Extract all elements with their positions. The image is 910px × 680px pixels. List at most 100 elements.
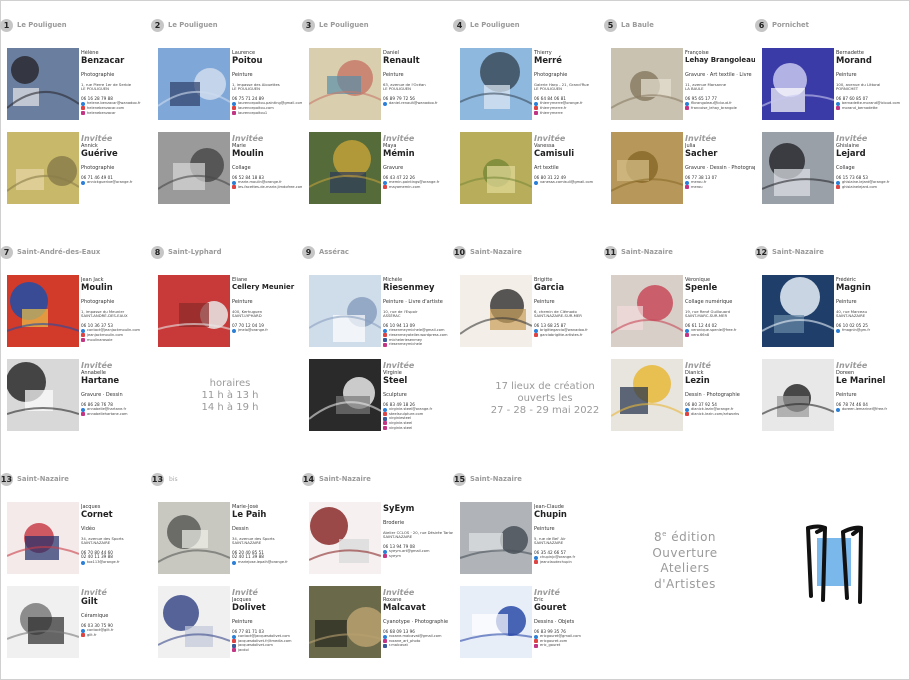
artwork-image [7,586,79,658]
mail-icon [685,407,689,412]
contact-line[interactable]: jmelo@orange.fr [232,328,302,333]
artist-last-name: Lezin [685,375,710,385]
artwork-thumbnail [158,502,230,574]
contact-line[interactable]: doreen.lemarinel@free.fr [836,407,906,412]
contact-line[interactable]: thierrymerre [534,111,604,116]
guest-label: Invitée [836,134,868,143]
mail-icon [232,180,236,185]
artist-last-name: Poitou [232,55,263,65]
web-icon [81,633,85,638]
contact-line[interactable]: dianick-lezin.com/artworks [685,412,755,417]
contact-line[interactable]: eric_gouret [534,643,604,648]
artist-discipline: Peinture · Livre d'artiste [383,298,443,305]
artwork-thumbnail [7,275,79,347]
venue-column: 9 Assérac Michèle Riesenmey Peinture · Livr… [302,245,452,445]
contact-line[interactable]: gilt.fr [81,633,151,638]
contact-line[interactable]: jacdol [232,648,302,653]
contact-line[interactable]: vanessa.camisuli@gmail.com [534,180,604,185]
venue-bis: bis [169,475,178,483]
facebook-icon [383,416,387,421]
venue-number: 12 [755,245,768,259]
artist-discipline: Peinture [836,298,857,305]
artwork-thumbnail [7,359,79,431]
artist-last-name: Merré [534,55,562,65]
contact-line[interactable]: tox113@orange.fr [81,560,151,565]
web-icon [232,185,236,190]
web-icon [81,106,85,111]
contact-line[interactable]: mayamemin.com [383,185,453,190]
artwork-image [158,502,230,574]
contact-line[interactable]: garciabrigitte.artistes.fr [534,333,604,338]
event-dates: 17 lieux de création ouverts les 27 - 28… [470,381,620,417]
artwork-thumbnail [762,48,834,120]
contact-line[interactable]: laurencepoitou1 [232,111,302,116]
contact-line[interactable]: syeym [383,554,453,559]
contact-line[interactable]: ghislainelejard.com [836,185,906,190]
venue-town: Saint-Nazaire [470,248,522,256]
contact-line[interactable]: francoise_lehay_brangole [685,106,755,111]
contact-line[interactable]: moulinarasoie [81,338,151,343]
artist-last-name: Moulin [232,148,264,158]
contact-line[interactable]: mariejose.lepaih@orange.fr [232,560,302,565]
artist-last-name: SyEym [383,504,415,513]
artwork-thumbnail [460,586,532,658]
guest-label: Invitée [81,361,113,370]
artist-last-name: Sacher [685,148,718,158]
artist-discipline: Dessin · Photographie [685,391,740,398]
mail-icon [81,407,85,412]
artist-discipline: Dessins · Objets [534,618,575,625]
contact-line[interactable]: annickguerive@orange.fr [81,180,151,185]
contact-line[interactable]: r.malcavat [383,643,453,648]
venue-header: 2 Le Pouliguen [151,18,218,32]
artist-last-name: Hartane [81,375,120,385]
artwork-image [7,502,79,574]
contact-line[interactable]: fmagnin@gm.fr [836,328,906,333]
instagram-icon [81,110,85,115]
mail-icon [81,328,85,333]
edition-line-1: Ouverture [652,545,718,560]
mail-icon [383,549,387,554]
venue-header: 4 Le Pouliguen [453,18,520,32]
artist-last-name: Lejard [836,148,866,158]
web-icon [232,106,236,111]
guest-entry: Invitée Roxane Malcavat Cyanotype · Photogr… [309,586,451,658]
artist-discipline: Collage [836,164,855,171]
artist-last-name: Riesenmey [383,282,435,292]
contact-line[interactable]: les-facettes-de-marie.jimdofree.com [232,185,302,190]
venue-town: Saint-Nazaire [772,248,824,256]
contact-line[interactable]: morand_bernadette [836,106,906,111]
guest-label: Invité [534,588,560,597]
contact-line[interactable]: merou [685,185,755,190]
venue-header: 13 Saint-Nazaire [0,472,69,486]
artwork-image [611,132,683,204]
artist-discipline: Peinture [232,618,253,625]
instagram-icon [81,412,85,417]
guest-label: Invitée [81,134,113,143]
contact-line[interactable]: helenebenzacar [81,111,151,116]
contact-line[interactable]: jeanclaudechupin [534,560,604,565]
artist-last-name: Lehay Brangoleau [685,56,755,64]
venue-header: 14 Saint-Nazaire [302,472,371,486]
guest-entry: Invité Dianick Lezin Dessin · Photographie 0… [611,359,753,431]
venue-header: 8 Saint-Lyphard [151,245,222,259]
artist-phone: 06 70 80 44 60 02 40 11 39 88 [81,549,113,560]
artist-last-name: Chupin [534,509,567,519]
artist-last-name: Dolivet [232,602,266,612]
web-icon [534,639,538,644]
guest-entry: Invitée Virginie Steel Sculpture 06 83 49 18… [309,359,451,431]
contact-line[interactable]: daniel.renault@wanadoo.fr [383,101,453,106]
artwork-thumbnail [7,586,79,658]
artist-discipline: Photographie [534,71,568,78]
artist-last-name: Camisuli [534,148,575,158]
artwork-thumbnail [309,275,381,347]
web-icon [534,333,538,338]
contact-line[interactable]: virginie.steel [383,426,453,431]
artist-last-name: Malcavat [383,602,426,612]
artist-discipline: Peinture [534,298,555,305]
contact-line[interactable]: riesenmeymichele [383,342,453,347]
contact-line[interactable]: annabellehartane.com [81,412,151,417]
artist-address: 6, chemin de Clémodo SAINT-NAZAIRE-SUR-ME… [534,308,582,319]
contact-line[interactable]: vero.66n8 [685,333,755,338]
web-icon [836,185,840,190]
hours-morning: 11 h à 13 h [201,390,259,401]
